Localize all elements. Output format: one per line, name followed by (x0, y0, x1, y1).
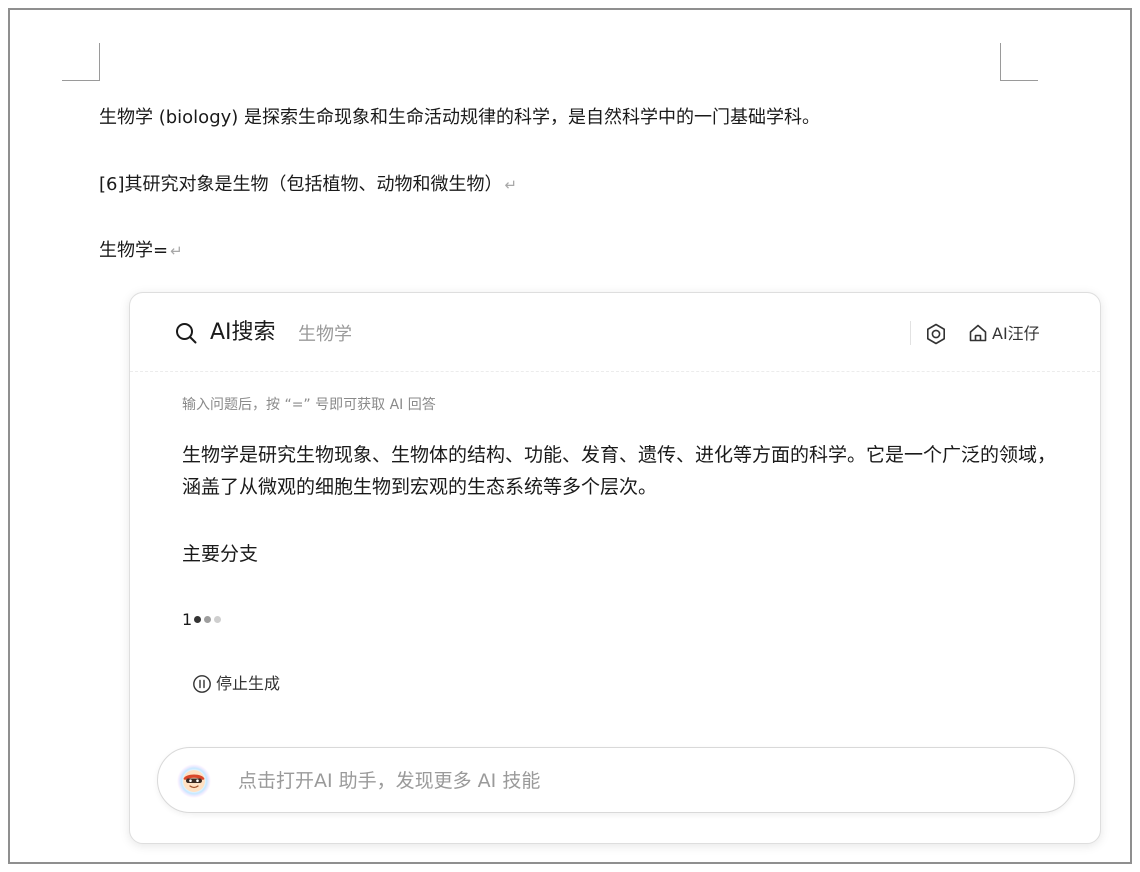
home-icon[interactable] (968, 323, 988, 343)
page-margin-corner-top-left (62, 43, 100, 81)
ai-answer-text: 生物学是研究生物现象、生物体的结构、功能、发育、遗传、进化等方面的科学。它是一个… (182, 444, 1057, 498)
ai-assistant-input[interactable]: 点击打开AI 助手，发现更多 AI 技能 (157, 747, 1075, 813)
stop-generation-label: 停止生成 (216, 674, 281, 693)
ai-assistant-placeholder: 点击打开AI 助手，发现更多 AI 技能 (238, 770, 541, 792)
document-line[interactable]: [6]其研究对象是生物（包括植物、动物和微生物） ↵ (99, 173, 517, 197)
answer-list-number: 1 (182, 610, 193, 629)
document-line[interactable]: 生物学= ↵ (99, 239, 183, 263)
document-page: 生物学 (biology) 是探索生命现象和生命活动规律的科学，是自然科学中的一… (8, 8, 1132, 864)
loading-dot (214, 616, 221, 623)
ai-search-panel: AI搜索 生物学 AI汪仔 输入问题后，按 “=” 号即可获取 AI 回答 生物… (129, 292, 1101, 844)
stop-generation-button[interactable]: 停止生成 (192, 671, 280, 697)
loading-dot (194, 616, 201, 623)
loading-dot (204, 616, 211, 623)
document-line-text: [6]其研究对象是生物（包括植物、动物和微生物） (99, 174, 503, 195)
ai-answer-heading: 主要分支 (182, 543, 259, 565)
document-line-text: 生物学 (biology) 是探索生命现象和生命活动规律的科学，是自然科学中的一… (99, 107, 821, 128)
ai-assistant-avatar-icon (177, 764, 211, 798)
document-line[interactable]: 生物学 (biology) 是探索生命现象和生命活动规律的科学，是自然科学中的一… (99, 106, 820, 130)
search-icon (176, 323, 197, 344)
ai-brand-label[interactable]: AI汪仔 (992, 323, 1040, 345)
loading-indicator (194, 616, 221, 623)
ai-hint-text: 输入问题后，按 “=” 号即可获取 AI 回答 (182, 397, 436, 413)
document-line-text: 生物学= (99, 240, 169, 261)
pause-icon (193, 675, 211, 693)
paragraph-mark-icon: ↵ (504, 176, 518, 194)
settings-icon[interactable] (925, 323, 947, 345)
ai-panel-header: AI搜索 生物学 AI汪仔 (130, 293, 1100, 372)
page-margin-corner-top-right (1000, 43, 1038, 81)
paragraph-mark-icon: ↵ (170, 242, 183, 260)
ai-panel-title: AI搜索 (210, 320, 276, 345)
header-divider (910, 321, 911, 345)
search-query: 生物学 (298, 324, 352, 345)
